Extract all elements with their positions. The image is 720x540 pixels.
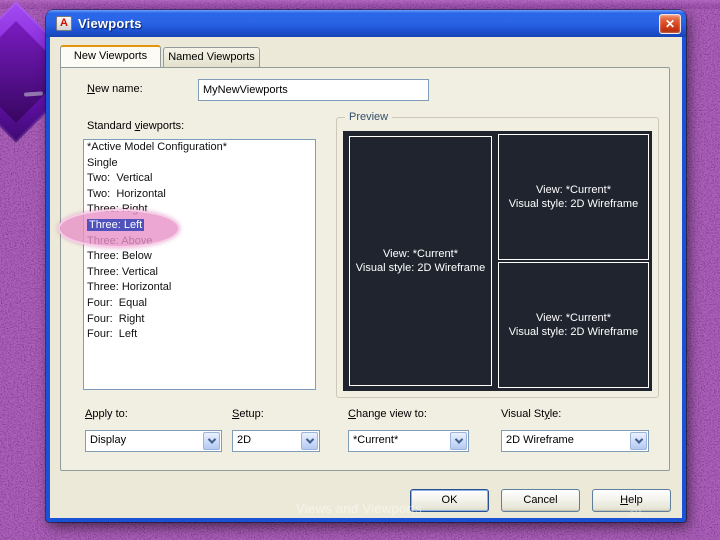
slide-top-band bbox=[0, 0, 720, 9]
list-item[interactable]: Two: Vertical bbox=[84, 171, 315, 187]
dialog-titlebar[interactable]: A Viewports ✕ bbox=[46, 10, 686, 37]
preview-pane-view: View: *Current* bbox=[536, 312, 611, 324]
cancel-button[interactable]: Cancel bbox=[501, 489, 580, 512]
tab-panel: New name: Standard viewports: *Active Mo… bbox=[60, 67, 670, 471]
apply-to-label: Apply to: bbox=[85, 408, 128, 420]
list-item[interactable]: Two: Horizontal bbox=[84, 187, 315, 203]
autocad-icon: A bbox=[56, 16, 72, 31]
standard-viewports-list[interactable]: *Active Model Configuration* Single Two: V… bbox=[83, 139, 316, 390]
list-item[interactable]: Three: Left bbox=[84, 218, 315, 234]
setup-dropdown-button[interactable] bbox=[301, 432, 318, 450]
change-view-label: Change view to: bbox=[348, 408, 427, 420]
visual-style-value: 2D Wireframe bbox=[506, 434, 574, 446]
preview-pane-left[interactable]: View: *Current* Visual style: 2D Wirefra… bbox=[349, 136, 492, 386]
preview-group-label: Preview bbox=[345, 111, 393, 123]
tab-new-viewports[interactable]: New Viewports bbox=[60, 45, 161, 67]
preview-pane-right-bottom[interactable]: View: *Current* Visual style: 2D Wirefra… bbox=[498, 262, 649, 388]
list-item[interactable]: *Active Model Configuration* bbox=[84, 140, 315, 156]
chevron-down-icon bbox=[454, 435, 463, 444]
slide-background: A Viewports ✕ New name: Standard viewpor… bbox=[0, 0, 720, 540]
preview-pane-style: Visual style: 2D Wireframe bbox=[508, 198, 639, 210]
preview-pane-style: Visual style: 2D Wireframe bbox=[508, 326, 639, 338]
preview-pane-right-top[interactable]: View: *Current* Visual style: 2D Wirefra… bbox=[498, 134, 649, 260]
list-item[interactable]: Three: Above bbox=[84, 234, 315, 250]
change-view-value: *Current* bbox=[353, 434, 399, 446]
apply-to-value: Display bbox=[90, 434, 127, 446]
preview-pane-style: Visual style: 2D Wireframe bbox=[355, 262, 486, 274]
list-item[interactable]: Three: Right bbox=[84, 202, 315, 218]
new-name-input[interactable] bbox=[198, 79, 429, 101]
preview-canvas: View: *Current* Visual style: 2D Wirefra… bbox=[343, 131, 652, 391]
preview-pane-view: View: *Current* bbox=[536, 184, 611, 196]
visual-style-select[interactable]: 2D Wireframe bbox=[501, 430, 649, 452]
visual-style-dropdown-button[interactable] bbox=[630, 432, 647, 450]
list-item[interactable]: Four: Right bbox=[84, 312, 315, 328]
list-item[interactable]: Three: Horizontal bbox=[84, 280, 315, 296]
chevron-down-icon bbox=[207, 435, 216, 444]
tab-named-viewports[interactable]: Named Viewports bbox=[163, 47, 260, 67]
viewports-dialog: A Viewports ✕ New name: Standard viewpor… bbox=[46, 10, 686, 522]
apply-to-dropdown-button[interactable] bbox=[203, 432, 220, 450]
list-item[interactable]: Three: Vertical bbox=[84, 265, 315, 281]
list-item[interactable]: Single bbox=[84, 156, 315, 172]
standard-viewports-label: Standard viewports: bbox=[87, 120, 185, 132]
slide-footer-text: Views and Viewports bbox=[296, 501, 422, 516]
dialog-client-area: New name: Standard viewports: *Active Mo… bbox=[50, 37, 682, 518]
chevron-down-icon bbox=[634, 435, 643, 444]
setup-select[interactable]: 2D bbox=[232, 430, 320, 452]
apply-to-select[interactable]: Display bbox=[85, 430, 222, 452]
preview-pane-view: View: *Current* bbox=[383, 248, 458, 260]
setup-label: Setup: bbox=[232, 408, 264, 420]
slide-page-number: 39 bbox=[628, 505, 642, 519]
change-view-select[interactable]: *Current* bbox=[348, 430, 469, 452]
dialog-title: Viewports bbox=[78, 16, 142, 31]
close-icon: ✕ bbox=[664, 17, 676, 31]
list-item[interactable]: Four: Left bbox=[84, 327, 315, 343]
chevron-down-icon bbox=[305, 435, 314, 444]
list-item[interactable]: Four: Equal bbox=[84, 296, 315, 312]
close-button[interactable]: ✕ bbox=[659, 14, 681, 34]
visual-style-label: Visual Style: bbox=[501, 408, 562, 420]
new-name-label: New name: bbox=[87, 83, 143, 95]
setup-value: 2D bbox=[237, 434, 252, 446]
preview-group: Preview View: *Current* Visual style: 2D… bbox=[336, 111, 659, 398]
change-view-dropdown-button[interactable] bbox=[450, 432, 467, 450]
list-item[interactable]: Three: Below bbox=[84, 249, 315, 265]
